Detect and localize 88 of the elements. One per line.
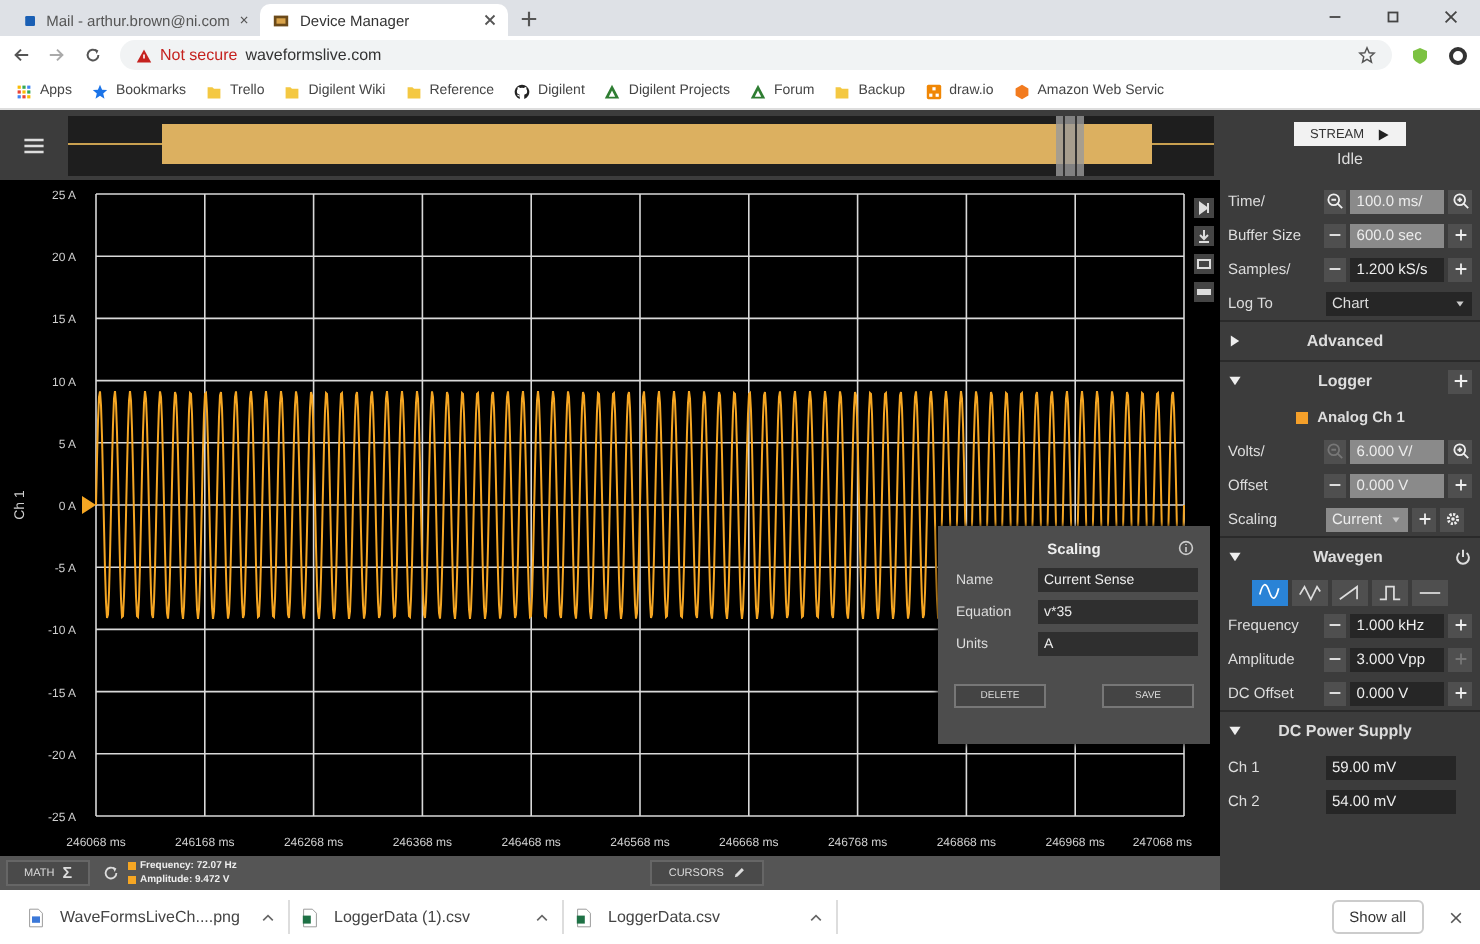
chevron-icon[interactable] [260,909,276,925]
decrease-button[interactable] [1323,681,1347,705]
folder-icon [284,83,301,99]
spreadsheet-icon [302,907,318,927]
power-icon[interactable] [1454,548,1472,566]
plus-icon [1451,260,1470,278]
plus-icon [1451,684,1470,702]
chevron-icon[interactable] [808,909,824,925]
folder-icon [834,83,851,99]
plus-icon [1415,510,1433,528]
zero-marker-icon[interactable] [82,496,96,514]
plus-icon [1451,372,1469,390]
wave-shape-button[interactable] [1332,579,1368,605]
wave-shape-button[interactable] [1412,579,1448,605]
sawtooth-wave-icon [1336,581,1364,603]
section-title[interactable]: Wavegen [1242,548,1454,566]
section-title[interactable]: Advanced [1242,332,1448,350]
zoom-out-icon [1325,192,1344,210]
back-icon[interactable] [12,46,30,64]
close-icon[interactable] [239,14,248,26]
plus-icon [1451,616,1470,634]
decrease-button[interactable] [1323,613,1347,637]
pencil-icon [731,866,746,880]
expand-icon[interactable] [1228,550,1242,564]
download-item[interactable]: LoggerData (1).csv [290,900,564,934]
image-file-icon [28,907,44,927]
info-icon[interactable] [1178,540,1194,556]
expand-icon[interactable] [1228,374,1242,388]
profile-icon[interactable] [1448,45,1468,65]
sine-wave-icon [1256,581,1284,603]
overview-strip[interactable] [68,115,1214,175]
download-item[interactable]: LoggerData.csv [564,900,838,934]
mail-icon [24,11,37,29]
folder-icon [205,83,222,99]
decrease-button[interactable] [1323,647,1347,671]
section-title[interactable]: DC Power Supply [1242,722,1448,740]
square-wave-icon [1376,581,1404,603]
star-icon [91,83,108,99]
wave-shape-button[interactable] [1252,579,1288,605]
increase-button[interactable] [1448,681,1472,705]
expand-icon[interactable] [1228,334,1242,348]
menu-icon[interactable] [22,133,46,157]
close-icon[interactable] [1442,8,1460,26]
caret-icon [1390,513,1402,525]
caret-icon [1454,297,1466,309]
add-button[interactable] [1412,507,1436,531]
close-icon[interactable] [1448,909,1464,925]
close-icon[interactable] [484,14,496,26]
chevron-icon[interactable] [534,909,550,925]
expand-icon[interactable] [1228,724,1242,738]
new-tab-icon[interactable] [520,10,538,28]
plus-icon [1451,650,1470,668]
play-icon [1376,127,1391,141]
add-button[interactable] [1448,369,1472,393]
apps-icon [16,83,32,99]
triangle-icon [604,83,621,99]
triangle-wave-icon [1296,581,1324,603]
screen-icon[interactable] [1194,254,1214,274]
warning-icon [136,47,152,63]
triangle-icon [749,83,766,99]
keyboard-icon[interactable] [1194,282,1214,302]
spreadsheet-icon [576,907,592,927]
section-title[interactable]: Logger [1242,372,1448,390]
status-text: Idle [1337,150,1363,168]
zoom-in-icon [1451,192,1470,210]
decrease-button[interactable] [1323,257,1347,281]
address-field[interactable]: Not secure waveformslive.com [120,40,1392,70]
download-item[interactable]: WaveFormsLiveCh....png [16,900,290,934]
increase-button[interactable] [1448,613,1472,637]
download-icon[interactable] [1194,226,1214,246]
cat-icon [514,83,531,99]
hexagon-icon [1013,83,1030,99]
wave-shape-button[interactable] [1292,579,1328,605]
restore-icon[interactable] [1384,8,1402,26]
reload-icon[interactable] [84,46,102,64]
plus-icon [1451,226,1470,244]
diagram-icon [925,83,942,99]
wave-shape-button[interactable] [1372,579,1408,605]
settings-button[interactable] [1440,507,1464,531]
increase-button[interactable] [1448,257,1472,281]
device-icon [272,11,290,29]
plus-icon [1451,476,1470,494]
folder-icon [405,83,422,99]
star-icon[interactable] [1358,46,1376,64]
skip-end-icon[interactable] [1194,198,1214,218]
zoom-out-icon [1325,442,1344,460]
gear-icon [1443,510,1461,528]
zoom-in-icon [1451,442,1470,460]
